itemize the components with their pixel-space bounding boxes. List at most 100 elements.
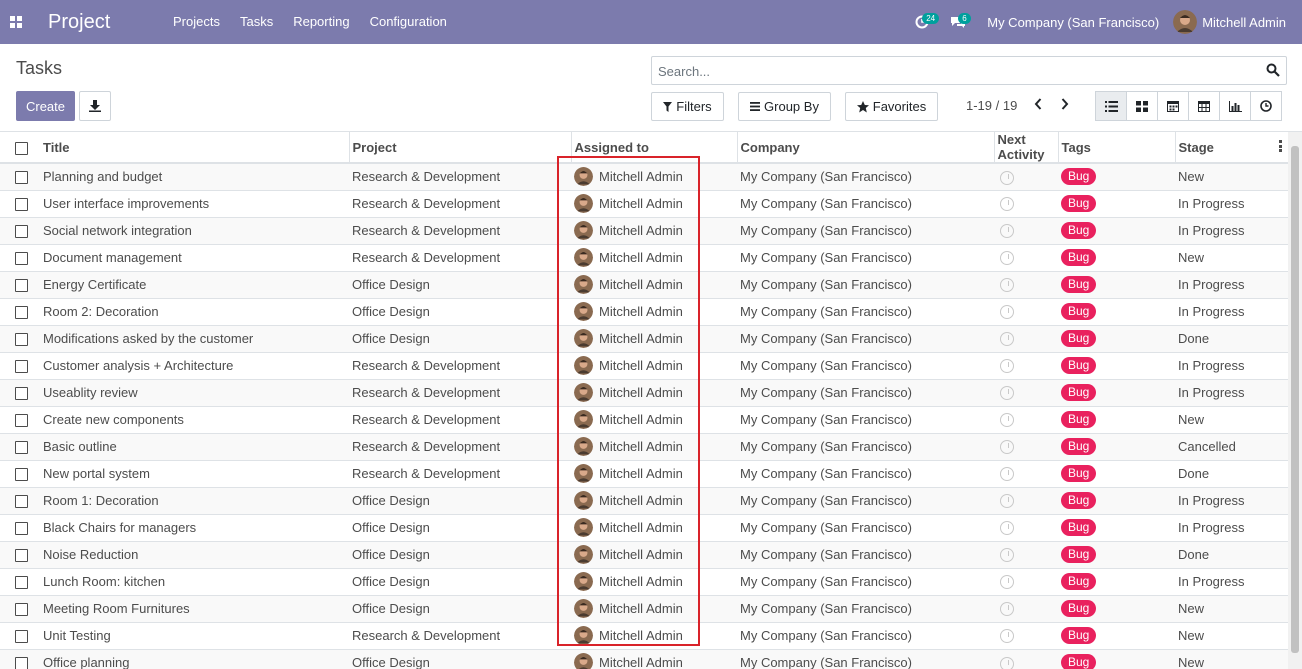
task-tags-cell[interactable]: Bug <box>1058 459 1175 487</box>
task-assignee-cell[interactable]: Mitchell Admin <box>571 297 737 325</box>
task-stage[interactable]: In Progress <box>1175 513 1288 541</box>
task-stage[interactable]: New <box>1175 243 1288 271</box>
scrollbar[interactable] <box>1288 132 1302 669</box>
task-title[interactable]: Document management <box>40 243 349 271</box>
favorites-button[interactable]: Favorites <box>845 92 938 121</box>
row-checkbox[interactable] <box>15 333 28 347</box>
app-brand[interactable]: Project <box>48 11 158 34</box>
task-next-activity-cell[interactable] <box>994 621 1058 649</box>
task-stage[interactable]: Done <box>1175 459 1288 487</box>
task-tags-cell[interactable]: Bug <box>1058 405 1175 433</box>
column-tags[interactable]: Tags <box>1058 132 1176 164</box>
task-tags-cell[interactable]: Bug <box>1058 540 1175 568</box>
task-assignee-cell[interactable]: Mitchell Admin <box>571 513 737 541</box>
task-project[interactable]: Office Design <box>349 324 571 352</box>
task-company[interactable]: My Company (San Francisco) <box>737 216 994 244</box>
row-checkbox[interactable] <box>15 225 28 239</box>
task-company[interactable]: My Company (San Francisco) <box>737 540 994 568</box>
task-next-activity-cell[interactable] <box>994 270 1058 298</box>
row-select-cell[interactable] <box>0 189 40 217</box>
kanban-view-button[interactable] <box>1126 91 1158 121</box>
task-stage[interactable]: In Progress <box>1175 378 1288 406</box>
group-by-button[interactable]: Group By <box>738 92 831 121</box>
pager-next-button[interactable] <box>1055 94 1075 114</box>
activity-clock-icon[interactable] <box>1000 251 1014 266</box>
row-select-cell[interactable] <box>0 513 40 541</box>
task-next-activity-cell[interactable] <box>994 216 1058 244</box>
task-assignee-cell[interactable]: Mitchell Admin <box>571 594 737 622</box>
row-checkbox[interactable] <box>15 549 28 563</box>
task-assignee-cell[interactable]: Mitchell Admin <box>571 405 737 433</box>
task-project[interactable]: Research & Development <box>349 189 571 217</box>
task-project[interactable]: Research & Development <box>349 243 571 271</box>
task-title[interactable]: Meeting Room Furnitures <box>40 594 349 622</box>
row-checkbox[interactable] <box>15 441 28 455</box>
task-tags-cell[interactable]: Bug <box>1058 189 1175 217</box>
activity-clock-icon[interactable] <box>1000 494 1014 509</box>
task-assignee-cell[interactable]: Mitchell Admin <box>571 432 737 460</box>
table-row[interactable]: Room 1: Decoration Office Design Mitchell … <box>0 486 1288 514</box>
task-assignee-cell[interactable]: Mitchell Admin <box>571 189 737 217</box>
activity-clock-icon[interactable] <box>1000 197 1014 212</box>
task-assignee-cell[interactable]: Mitchell Admin <box>571 378 737 406</box>
table-row[interactable]: Unit Testing Research & Development Mitche… <box>0 621 1288 649</box>
task-tags-cell[interactable]: Bug <box>1058 513 1175 541</box>
table-row[interactable]: User interface improvements Research & De… <box>0 189 1288 217</box>
activity-clock-icon[interactable] <box>1000 467 1014 482</box>
task-company[interactable]: My Company (San Francisco) <box>737 324 994 352</box>
task-stage[interactable]: New <box>1175 405 1288 433</box>
task-stage[interactable]: New <box>1175 648 1288 669</box>
search-icon[interactable] <box>1266 63 1280 77</box>
scrollbar-thumb[interactable] <box>1291 146 1299 653</box>
task-stage[interactable]: New <box>1175 594 1288 622</box>
row-checkbox[interactable] <box>15 171 28 185</box>
task-tags-cell[interactable]: Bug <box>1058 297 1175 325</box>
table-row[interactable]: Create new components Research & Developm… <box>0 405 1288 433</box>
task-tags-cell[interactable]: Bug <box>1058 486 1175 514</box>
task-title[interactable]: Planning and budget <box>40 162 349 190</box>
task-next-activity-cell[interactable] <box>994 513 1058 541</box>
task-assignee-cell[interactable]: Mitchell Admin <box>571 216 737 244</box>
task-tags-cell[interactable]: Bug <box>1058 351 1175 379</box>
column-company[interactable]: Company <box>737 132 995 164</box>
row-checkbox[interactable] <box>15 495 28 509</box>
activity-clock-icon[interactable] <box>1000 278 1014 293</box>
row-select-cell[interactable] <box>0 351 40 379</box>
graph-view-button[interactable] <box>1219 91 1251 121</box>
row-checkbox[interactable] <box>15 468 28 482</box>
app-menu-icon[interactable] <box>0 0 32 44</box>
task-company[interactable]: My Company (San Francisco) <box>737 567 994 595</box>
task-title[interactable]: Unit Testing <box>40 621 349 649</box>
row-checkbox[interactable] <box>15 522 28 536</box>
task-project[interactable]: Office Design <box>349 486 571 514</box>
task-project[interactable]: Office Design <box>349 270 571 298</box>
activity-clock-icon[interactable] <box>1000 575 1014 590</box>
task-company[interactable]: My Company (San Francisco) <box>737 189 994 217</box>
task-company[interactable]: My Company (San Francisco) <box>737 378 994 406</box>
task-next-activity-cell[interactable] <box>994 648 1058 669</box>
task-project[interactable]: Research & Development <box>349 405 571 433</box>
column-stage[interactable]: Stage <box>1175 132 1288 164</box>
list-view-button[interactable] <box>1095 91 1127 121</box>
table-row[interactable]: Room 2: Decoration Office Design Mitchell … <box>0 297 1288 325</box>
select-all-cell[interactable] <box>0 132 40 164</box>
column-project[interactable]: Project <box>349 132 572 164</box>
row-select-cell[interactable] <box>0 486 40 514</box>
task-title[interactable]: Energy Certificate <box>40 270 349 298</box>
task-project[interactable]: Research & Development <box>349 621 571 649</box>
task-stage[interactable]: Cancelled <box>1175 432 1288 460</box>
select-all-checkbox[interactable] <box>15 141 28 155</box>
task-company[interactable]: My Company (San Francisco) <box>737 594 994 622</box>
task-tags-cell[interactable]: Bug <box>1058 270 1175 298</box>
task-stage[interactable]: Done <box>1175 324 1288 352</box>
row-checkbox[interactable] <box>15 306 28 320</box>
activity-clock-icon[interactable] <box>1000 629 1014 644</box>
row-checkbox[interactable] <box>15 360 28 374</box>
task-title[interactable]: New portal system <box>40 459 349 487</box>
task-next-activity-cell[interactable] <box>994 162 1058 190</box>
task-stage[interactable]: New <box>1175 162 1288 190</box>
menu-tasks[interactable]: Tasks <box>230 0 283 44</box>
task-next-activity-cell[interactable] <box>994 540 1058 568</box>
activity-clock-icon[interactable] <box>1000 359 1014 374</box>
task-stage[interactable]: In Progress <box>1175 351 1288 379</box>
